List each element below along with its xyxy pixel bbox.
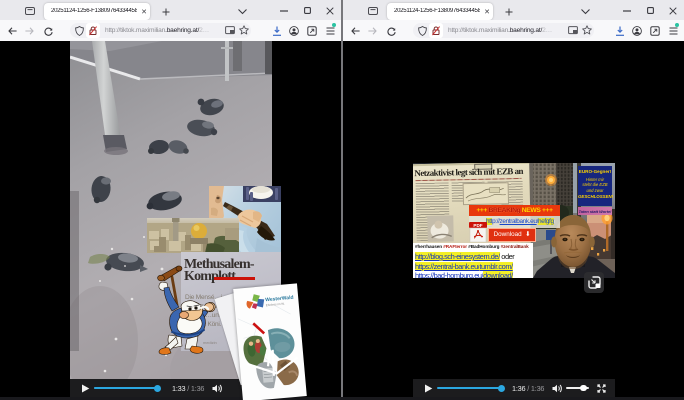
svg-text:Erlebnis im W.: Erlebnis im W. — [266, 302, 286, 308]
svg-text:PDF: PDF — [473, 223, 482, 228]
